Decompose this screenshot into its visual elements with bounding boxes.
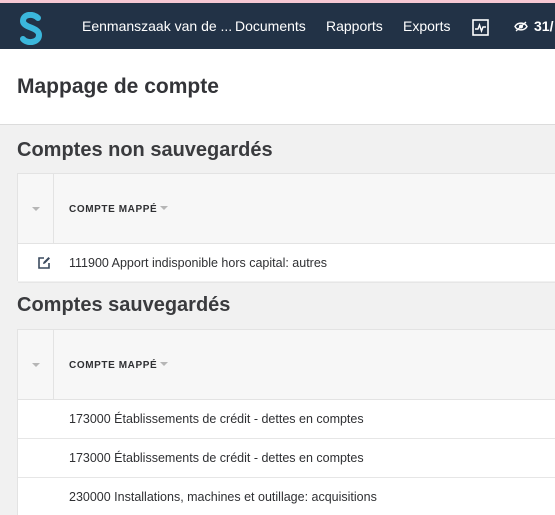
table-row[interactable]: 230000 Installations, machines et outill… <box>18 478 555 515</box>
nav-exports[interactable]: Exports <box>403 18 450 34</box>
table-header: COMPTE MAPPÉ <box>18 330 555 400</box>
row-account-label: 111900 Apport indisponible hors capital:… <box>69 256 328 270</box>
caret-down-icon <box>32 363 40 367</box>
row-account-label: 173000 Établissements de crédit - dettes… <box>69 451 364 465</box>
sort-toggle[interactable] <box>18 174 54 243</box>
activity-chart-icon[interactable] <box>472 19 489 36</box>
page-title: Mappage de compte <box>17 75 219 98</box>
s-logo-icon[interactable] <box>19 12 43 45</box>
row-account-label: 230000 Installations, machines et outill… <box>69 490 377 504</box>
nav-documents[interactable]: Documents <box>235 18 306 34</box>
table-row[interactable]: 111900 Apport indisponible hors capital:… <box>18 244 555 283</box>
visibility-count[interactable]: 31/ <box>534 18 553 34</box>
saved-accounts-table: COMPTE MAPPÉ 173000 Établissements de cr… <box>17 329 555 515</box>
caret-down-icon <box>32 207 40 211</box>
company-menu[interactable]: Eenmanszaak van de ... <box>82 18 232 34</box>
nav-rapports[interactable]: Rapports <box>326 18 383 34</box>
table-row[interactable]: 173000 Établissements de crédit - dettes… <box>18 439 555 478</box>
caret-down-icon <box>160 206 169 210</box>
unsaved-section-title: Comptes non sauvegardés <box>17 139 273 161</box>
sort-toggle[interactable] <box>18 330 54 399</box>
column-header-compte-mappe[interactable]: COMPTE MAPPÉ <box>69 204 169 215</box>
table-header: COMPTE MAPPÉ <box>18 174 555 244</box>
column-header-label: COMPTE MAPPÉ <box>69 360 158 371</box>
unsaved-accounts-table: COMPTE MAPPÉ 111900 Apport indisponible … <box>17 173 555 283</box>
row-account-label: 173000 Établissements de crédit - dettes… <box>69 412 364 426</box>
column-header-compte-mappe[interactable]: COMPTE MAPPÉ <box>69 360 169 371</box>
top-navigation-bar: Eenmanszaak van de ... Documents Rapport… <box>0 0 555 49</box>
page-header: Mappage de compte <box>0 49 555 125</box>
column-header-label: COMPTE MAPPÉ <box>69 204 158 215</box>
caret-down-icon <box>160 362 169 366</box>
saved-section-title: Comptes sauvegardés <box>17 294 231 316</box>
eye-icon[interactable] <box>514 21 528 32</box>
table-row[interactable]: 173000 Établissements de crédit - dettes… <box>18 400 555 439</box>
edit-icon[interactable] <box>37 256 51 270</box>
